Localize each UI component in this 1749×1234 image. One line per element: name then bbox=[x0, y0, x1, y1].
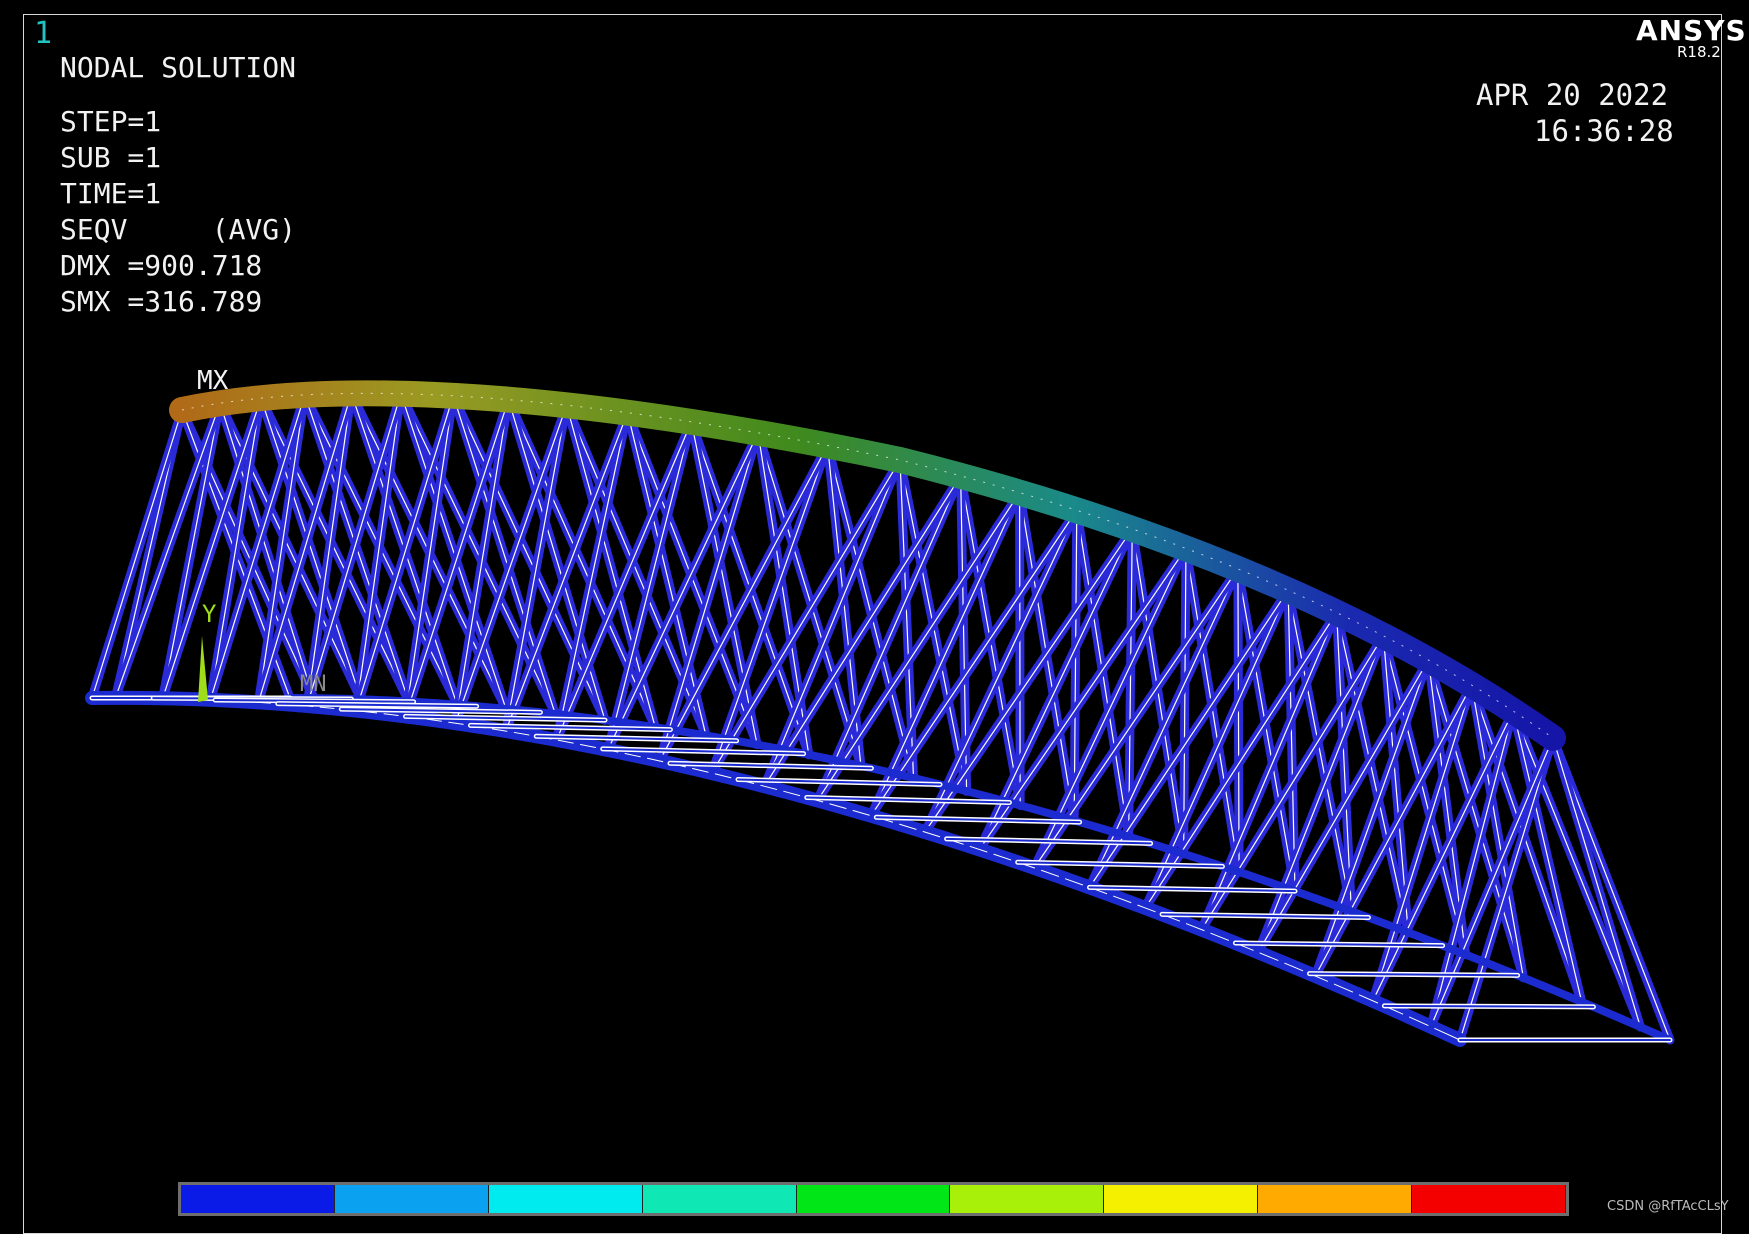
deck-far-chord bbox=[1593, 1007, 1618, 1018]
max-marker-label: MX bbox=[197, 366, 228, 396]
axis-x-label: MN bbox=[300, 672, 327, 697]
legend-swatch-5 bbox=[797, 1185, 951, 1213]
axis-y-label: Y bbox=[202, 600, 216, 628]
watermark: CSDN @RfTAcCLsY bbox=[1607, 1199, 1729, 1214]
legend-swatch-1 bbox=[181, 1185, 335, 1213]
legend-swatch-6 bbox=[950, 1185, 1104, 1213]
legend-swatch-7 bbox=[1104, 1185, 1258, 1213]
legend-swatch-3 bbox=[489, 1185, 643, 1213]
graphics-viewport[interactable]: 1 ANSYS R18.2 APR 20 2022 16:36:28 NODAL… bbox=[0, 0, 1749, 1223]
deck-far-chord bbox=[1543, 986, 1568, 996]
coordinate-triad-icon bbox=[198, 636, 208, 702]
legend-swatch-2 bbox=[335, 1185, 489, 1213]
legend-swatch-9 bbox=[1412, 1185, 1566, 1213]
legend-swatch-8 bbox=[1258, 1185, 1412, 1213]
deck-far-chord bbox=[1518, 975, 1543, 985]
legend-swatch-4 bbox=[643, 1185, 797, 1213]
truss-bridge-model bbox=[0, 0, 1749, 1223]
contour-legend-bar bbox=[178, 1182, 1569, 1216]
